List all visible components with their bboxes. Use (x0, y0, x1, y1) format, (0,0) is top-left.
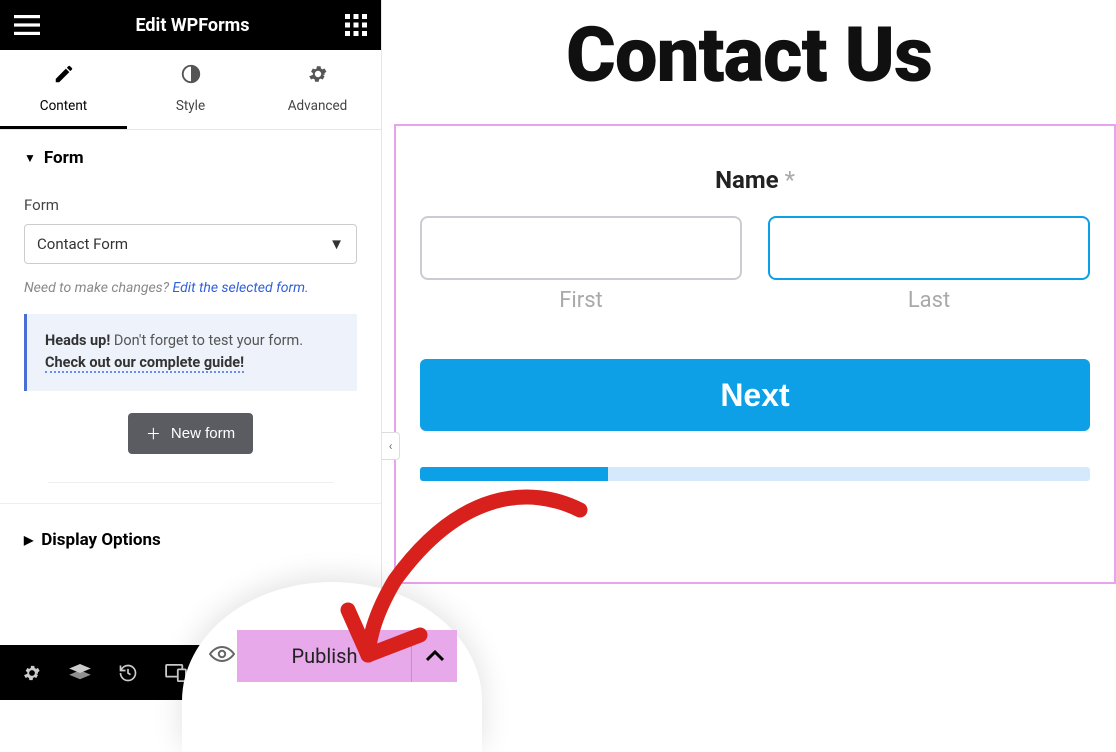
first-name-sublabel: First (420, 288, 742, 313)
panel-body: ▼ Form Form Contact Form ▼ Need to make … (0, 130, 381, 645)
progress-fill (420, 467, 608, 481)
notice-text: Don't forget to test your form. (110, 332, 303, 349)
preview-canvas: Contact Us Name * First Last Next (382, 0, 1116, 700)
pencil-icon (53, 63, 75, 90)
progress-bar (420, 467, 1090, 481)
first-name-input[interactable] (420, 216, 742, 280)
page-heading: Contact Us (382, 0, 1116, 124)
section-display-options-header[interactable]: ▶ Display Options (0, 512, 381, 568)
last-name-wrapper: Last (768, 216, 1090, 313)
navigator-icon[interactable] (56, 645, 104, 700)
plus-icon: ＋ (146, 423, 161, 444)
name-field-label: Name * (420, 166, 1090, 194)
tab-label: Style (176, 98, 205, 114)
form-notice: Heads up! Don't forget to test your form… (24, 314, 357, 391)
editor-tabs: Content Style Advanced (0, 50, 381, 130)
caret-down-icon: ▼ (24, 151, 36, 165)
widget-title: Edit WPForms (135, 15, 249, 36)
publish-options-button[interactable] (411, 630, 457, 682)
form-select-label: Form (24, 196, 357, 214)
collapse-sidebar-handle[interactable]: ‹ (382, 432, 400, 460)
tab-label: Content (40, 98, 87, 114)
publish-button[interactable]: Publish (237, 630, 411, 682)
notice-strong: Heads up! (45, 332, 110, 349)
edit-form-link[interactable]: Edit the selected form. (173, 280, 309, 296)
settings-icon[interactable] (8, 645, 56, 700)
required-asterisk: * (785, 166, 795, 194)
tab-label: Advanced (288, 98, 348, 114)
last-name-sublabel: Last (768, 288, 1090, 313)
history-icon[interactable] (104, 645, 152, 700)
form-widget-frame[interactable]: Name * First Last Next (394, 124, 1116, 584)
section-title: Form (44, 148, 84, 168)
first-name-wrapper: First (420, 216, 742, 313)
new-form-button[interactable]: ＋ New form (128, 413, 253, 454)
menu-icon[interactable] (14, 15, 40, 35)
notice-guide-link[interactable]: Check out our complete guide! (45, 354, 244, 373)
tab-style[interactable]: Style (127, 50, 254, 129)
form-field-block: Form Contact Form ▼ Need to make changes… (0, 196, 381, 504)
apps-icon[interactable] (345, 14, 367, 36)
section-title: Display Options (41, 530, 161, 550)
form-select-value: Contact Form (37, 235, 128, 253)
new-form-label: New form (171, 425, 235, 442)
caret-right-icon: ▶ (24, 533, 33, 547)
preview-icon[interactable] (207, 644, 237, 669)
section-form-header[interactable]: ▼ Form (0, 130, 381, 186)
form-select[interactable]: Contact Form ▼ (24, 224, 357, 264)
chevron-down-icon: ▼ (329, 235, 344, 253)
last-name-input[interactable] (768, 216, 1090, 280)
next-button[interactable]: Next (420, 359, 1090, 431)
tab-content[interactable]: Content (0, 50, 127, 129)
tab-advanced[interactable]: Advanced (254, 50, 381, 129)
sidebar-header: Edit WPForms (0, 0, 381, 50)
form-help-text: Need to make changes? Edit the selected … (24, 280, 357, 296)
gear-icon (307, 63, 329, 90)
contrast-icon (180, 63, 202, 90)
